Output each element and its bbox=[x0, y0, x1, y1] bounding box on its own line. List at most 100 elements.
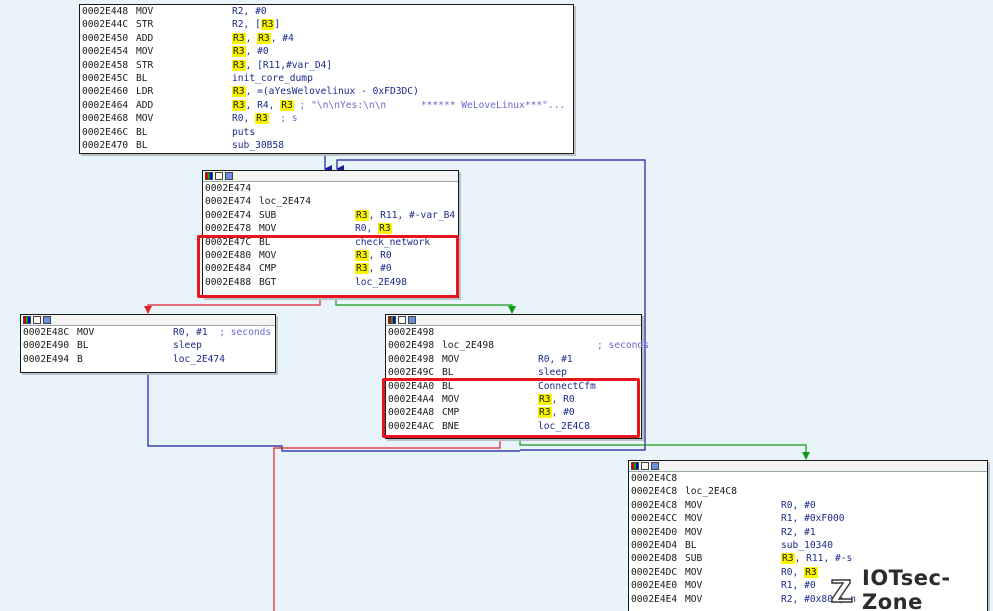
asm-line[interactable]: 0002E49C BL sleep bbox=[386, 366, 641, 379]
asm-line[interactable]: 0002E470 BL sub_30B58 bbox=[80, 139, 573, 152]
code-block-2E48C[interactable]: 0002E48C MOV R0, #1 ; seconds 0002E490 BL sle… bbox=[20, 314, 276, 373]
block-image-icon[interactable] bbox=[33, 316, 41, 324]
register-highlight[interactable]: R3 bbox=[355, 249, 369, 261]
asm-mnemonic: BL bbox=[259, 236, 271, 248]
asm-line[interactable]: 0002E44C STR R2, [R3] bbox=[80, 18, 573, 31]
asm-line[interactable]: 0002E494 Bloc_2E474 bbox=[21, 353, 275, 366]
register-highlight[interactable]: R3 bbox=[232, 46, 246, 58]
asm-line[interactable]: 0002E4C8 loc_2E4C8 bbox=[629, 485, 987, 498]
asm-mnemonic: BL bbox=[136, 139, 148, 151]
asm-line[interactable]: 0002E464 ADD R3, R4, R3 ; "\n\nYes:\n\n **… bbox=[80, 99, 573, 112]
graph-view-canvas[interactable]: 0002E448 MOV R2, #0 0002E44C STR R2, [R3] 0002… bbox=[0, 0, 993, 611]
asm-mnemonic: loc_2E498 bbox=[442, 340, 494, 352]
asm-address: 0002E46C bbox=[82, 126, 129, 138]
asm-operands: R3, #0 bbox=[355, 263, 392, 275]
asm-address: 0002E4A4 bbox=[388, 393, 435, 405]
asm-mnemonic: BL bbox=[136, 126, 148, 138]
block-list-icon[interactable] bbox=[651, 462, 659, 470]
asm-comment: ; "\n\nYes:\n\n ****** WeLoveLinux***"..… bbox=[293, 99, 566, 111]
block-toolbar[interactable] bbox=[21, 315, 275, 326]
asm-line[interactable]: 0002E458 STR R3, [R11,#var_D4] bbox=[80, 59, 573, 72]
asm-line[interactable]: 0002E4A4 MOV R3, R0 bbox=[386, 393, 641, 406]
asm-operands: R0, #1 ; seconds bbox=[173, 327, 272, 338]
asm-address: 0002E494 bbox=[23, 353, 70, 365]
asm-line[interactable]: 0002E4A0 BL ConnectCfm bbox=[386, 380, 641, 393]
register-highlight[interactable]: R3 bbox=[355, 209, 369, 221]
asm-line[interactable]: 0002E450 ADD R3, R3, #4 bbox=[80, 32, 573, 45]
asm-address: 0002E458 bbox=[82, 59, 129, 71]
asm-line[interactable]: 0002E4C8 bbox=[629, 472, 987, 485]
graph-color-icon[interactable] bbox=[631, 462, 639, 470]
graph-color-icon[interactable] bbox=[388, 316, 396, 324]
register-highlight[interactable]: R3 bbox=[232, 99, 246, 111]
block-image-icon[interactable] bbox=[641, 462, 649, 470]
asm-line[interactable]: 0002E4D4 BL sub_10340 bbox=[629, 539, 987, 552]
asm-address: 0002E474 bbox=[205, 183, 252, 194]
asm-line[interactable]: 0002E47C BL check_network bbox=[203, 236, 458, 249]
asm-line[interactable]: 0002E474 SUB R3, R11, #-var_B4 bbox=[203, 209, 458, 222]
register-highlight[interactable]: R3 bbox=[260, 19, 275, 31]
asm-line[interactable]: 0002E468 MOV R0, R3 ; s bbox=[80, 112, 573, 125]
graph-color-icon[interactable] bbox=[23, 316, 31, 324]
register-highlight[interactable]: R3 bbox=[781, 553, 795, 565]
asm-line[interactable]: 0002E48C MOV R0, #1 ; seconds bbox=[21, 326, 275, 339]
asm-line[interactable]: 0002E45C BL init_core_dump bbox=[80, 72, 573, 85]
register-highlight[interactable]: R3 bbox=[280, 99, 294, 111]
asm-line[interactable]: 0002E4D8 SUB R3, R11, #-s bbox=[629, 552, 987, 565]
asm-line[interactable]: 0002E488 BGT loc_2E498 bbox=[203, 276, 458, 289]
asm-operands: R0, R3 bbox=[355, 223, 392, 235]
register-highlight[interactable]: R3 bbox=[255, 113, 269, 125]
asm-line[interactable]: 0002E484 CMP R3, #0 bbox=[203, 262, 458, 275]
graph-color-icon[interactable] bbox=[205, 172, 213, 180]
register-highlight[interactable]: R3 bbox=[355, 263, 369, 275]
asm-address: 0002E4E0 bbox=[631, 580, 678, 592]
asm-line[interactable]: 0002E498 MOV R0, #1 bbox=[386, 353, 641, 366]
block-image-icon[interactable] bbox=[398, 316, 406, 324]
code-block-loc-2E474[interactable]: 0002E474 0002E474 loc_2E474 0002E474 SUB R3, … bbox=[202, 170, 459, 298]
asm-line[interactable]: 0002E4C8 MOV R0, #0 bbox=[629, 499, 987, 512]
asm-line[interactable]: 0002E460 LDR R3, =(aYesWelovelinux - 0xFD3… bbox=[80, 85, 573, 98]
edge-2E488-false bbox=[144, 297, 321, 314]
register-highlight[interactable]: R3 bbox=[232, 86, 246, 98]
asm-operands: R0, #0 bbox=[781, 499, 816, 511]
asm-line[interactable]: 0002E490 BL sleep bbox=[21, 339, 275, 352]
asm-operands: loc_2E4C8 bbox=[538, 420, 590, 432]
register-highlight[interactable]: R3 bbox=[257, 32, 271, 44]
register-highlight[interactable]: R3 bbox=[538, 407, 552, 419]
asm-line[interactable]: 0002E4A8 CMP R3, #0 bbox=[386, 406, 641, 419]
asm-address: 0002E474 bbox=[205, 209, 252, 221]
asm-address: 0002E44C bbox=[82, 19, 129, 31]
code-block-2E448[interactable]: 0002E448 MOV R2, #0 0002E44C STR R2, [R3] 0002… bbox=[79, 4, 574, 154]
block-toolbar[interactable] bbox=[629, 461, 987, 472]
block-image-icon[interactable] bbox=[215, 172, 223, 180]
block-list-icon[interactable] bbox=[408, 316, 416, 324]
edge-2E4AC-false bbox=[273, 437, 501, 611]
asm-address: 0002E490 bbox=[23, 340, 70, 352]
asm-line[interactable]: 0002E4CC MOV R1, #0xF000 bbox=[629, 512, 987, 525]
register-highlight[interactable]: R3 bbox=[538, 393, 552, 405]
code-block-loc-2E498[interactable]: 0002E498 0002E498 loc_2E498; seconds 0002E4… bbox=[385, 314, 649, 439]
asm-line[interactable]: 0002E498 loc_2E498 ; seconds bbox=[386, 339, 649, 352]
asm-line[interactable]: 0002E474 loc_2E474 bbox=[203, 195, 458, 208]
asm-operands: check_network bbox=[355, 236, 431, 248]
register-highlight[interactable]: R3 bbox=[232, 59, 246, 71]
asm-line[interactable]: 0002E4D0 MOV R2, #1 bbox=[629, 526, 987, 539]
block-list-icon[interactable] bbox=[43, 316, 51, 324]
register-highlight[interactable]: R3 bbox=[232, 32, 246, 44]
asm-line[interactable]: 0002E4AC BNE loc_2E4C8 bbox=[386, 420, 641, 433]
asm-line[interactable]: 0002E498 bbox=[386, 326, 641, 339]
asm-line[interactable]: 0002E474 bbox=[203, 182, 458, 195]
asm-line[interactable]: 0002E448 MOV R2, #0 bbox=[80, 5, 573, 18]
asm-line[interactable]: 0002E478 MOV R0, R3 bbox=[203, 222, 458, 235]
block-toolbar[interactable] bbox=[386, 315, 641, 326]
asm-mnemonic: SUB bbox=[259, 209, 277, 221]
asm-line[interactable]: 0002E454 MOV R3, #0 bbox=[80, 45, 573, 58]
asm-line[interactable]: 0002E46C BL puts bbox=[80, 126, 573, 139]
block-list-icon[interactable] bbox=[225, 172, 233, 180]
register-highlight[interactable]: R3 bbox=[804, 566, 818, 578]
register-highlight[interactable]: R3 bbox=[378, 223, 392, 235]
asm-mnemonic: BL bbox=[77, 340, 89, 352]
asm-mnemonic: MOV bbox=[442, 353, 460, 365]
asm-line[interactable]: 0002E480 MOV R3, R0 bbox=[203, 249, 458, 262]
block-toolbar[interactable] bbox=[203, 171, 458, 182]
